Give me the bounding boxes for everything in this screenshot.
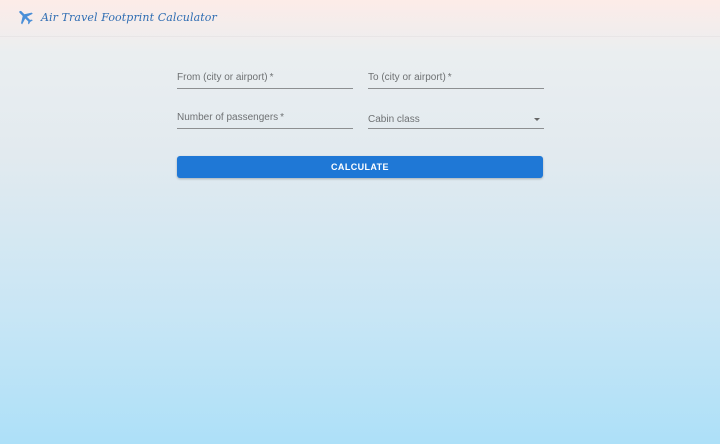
to-field-label: To (city or airport) * [368, 72, 452, 83]
from-field-label: From (city or airport) * [177, 72, 274, 83]
passengers-field[interactable]: Number of passengers * [177, 100, 353, 129]
airplane-icon [16, 7, 35, 26]
app-title: Air Travel Footprint Calculator [41, 11, 217, 24]
app-bar: Air Travel Footprint Calculator [0, 0, 720, 37]
cabin-class-label: Cabin class [368, 114, 420, 125]
cabin-class-select[interactable]: Cabin class [368, 100, 544, 129]
calculate-button[interactable]: CALCULATE [177, 156, 543, 178]
from-field[interactable]: From (city or airport) * [177, 60, 353, 89]
to-field[interactable]: To (city or airport) * [368, 60, 544, 89]
required-marker: * [269, 72, 274, 83]
chevron-down-icon[interactable] [534, 118, 540, 121]
required-marker: * [280, 112, 285, 123]
required-marker: * [447, 72, 452, 83]
passengers-field-label: Number of passengers * [177, 112, 285, 123]
